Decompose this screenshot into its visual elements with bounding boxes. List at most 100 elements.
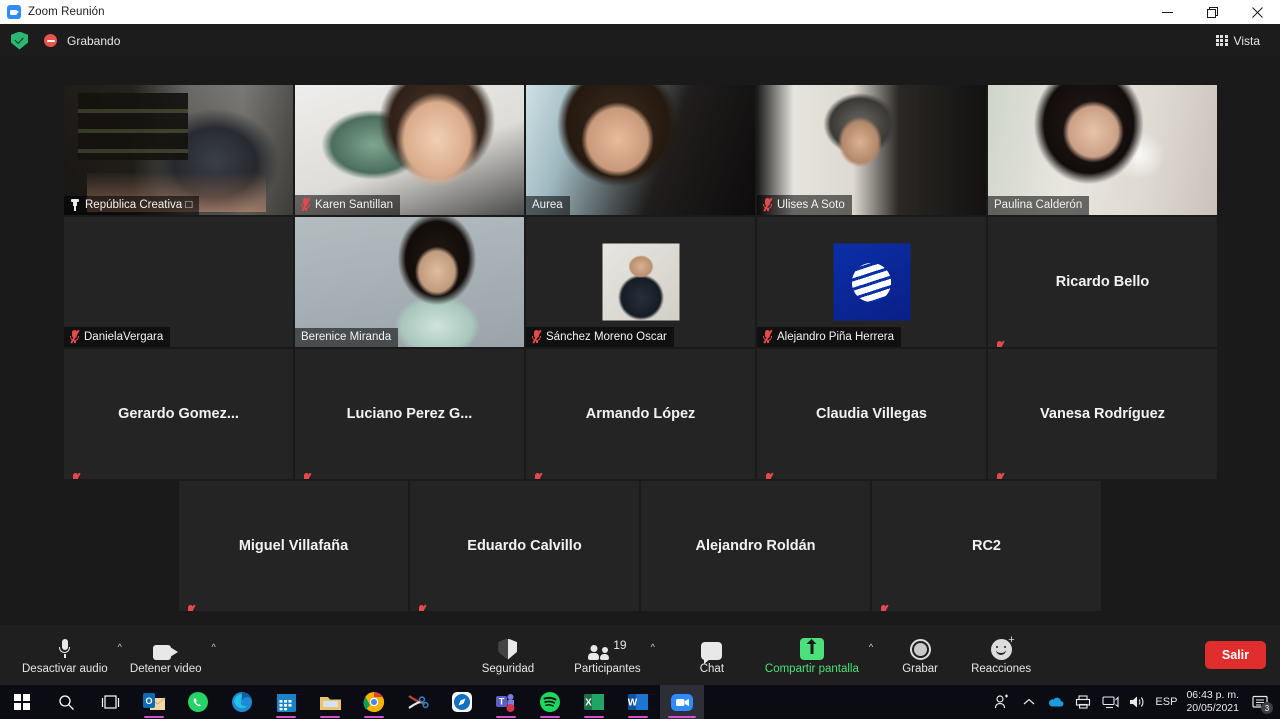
pin-icon bbox=[70, 199, 80, 211]
calendar-icon bbox=[276, 692, 297, 713]
participant-row: Gerardo Gomez... Luciano Perez G... Armand… bbox=[64, 349, 1217, 479]
participant-tile[interactable]: Ricardo Bello bbox=[988, 217, 1217, 347]
excel-icon: X bbox=[583, 692, 605, 712]
chat-bubble-icon bbox=[701, 636, 723, 664]
recording-dot-icon[interactable] bbox=[44, 34, 57, 47]
svg-text:W: W bbox=[628, 698, 638, 709]
microphone-icon bbox=[59, 636, 71, 660]
notifications-icon[interactable]: 3 bbox=[1248, 685, 1273, 719]
onedrive-icon[interactable] bbox=[1047, 685, 1065, 719]
view-button[interactable]: Vista bbox=[1208, 30, 1268, 52]
participant-tile[interactable]: Miguel Villafaña bbox=[179, 481, 408, 611]
participant-tile[interactable]: Gerardo Gomez... bbox=[64, 349, 293, 479]
participant-tile[interactable]: Alejandro Piña Herrera bbox=[757, 217, 986, 347]
chat-button[interactable]: Chat bbox=[689, 627, 735, 683]
show-hidden-icons-icon[interactable] bbox=[1020, 685, 1038, 719]
participants-chevron-icon[interactable]: ^ bbox=[647, 643, 659, 652]
chrome-button[interactable] bbox=[352, 685, 396, 719]
audio-options-chevron-icon[interactable]: ^ bbox=[114, 643, 126, 652]
calendar-button[interactable] bbox=[264, 685, 308, 719]
windows-taskbar: OTXW ESP 06:43 p. m. 20/05/2021 3 bbox=[0, 685, 1280, 719]
zoom-icon bbox=[7, 5, 21, 19]
participant-name-label: Sánchez Moreno Oscar bbox=[526, 327, 674, 347]
participant-name: Alejandro Roldán bbox=[695, 538, 816, 554]
participant-tile[interactable]: Luciano Perez G... bbox=[295, 349, 524, 479]
task-view-button[interactable] bbox=[88, 685, 132, 719]
participant-tile[interactable]: RC2 bbox=[872, 481, 1101, 611]
outlook-button[interactable]: O bbox=[132, 685, 176, 719]
participant-tile[interactable]: Paulina Calderón bbox=[988, 85, 1217, 215]
participant-tile[interactable]: República Creativa □ bbox=[64, 85, 293, 215]
participants-count: 19 bbox=[613, 637, 627, 652]
participant-name: Aurea bbox=[532, 199, 563, 211]
participant-name-label: Karen Santillan bbox=[295, 195, 400, 215]
edge-button[interactable] bbox=[220, 685, 264, 719]
participant-tile[interactable]: Karen Santillan bbox=[295, 85, 524, 215]
title-bar-left: Zoom Reunión bbox=[0, 5, 105, 19]
participant-tile[interactable]: Ulises A Soto bbox=[757, 85, 986, 215]
participant-name-label: Paulina Calderón bbox=[988, 196, 1090, 215]
zoom-button[interactable] bbox=[660, 685, 704, 719]
file-explorer-button[interactable] bbox=[308, 685, 352, 719]
leave-meeting-button[interactable]: Salir bbox=[1204, 641, 1266, 669]
security-button[interactable]: Seguridad bbox=[478, 627, 538, 683]
participant-name: Armando López bbox=[585, 406, 696, 422]
window-title-bar: Zoom Reunión bbox=[0, 0, 1280, 24]
participant-name: Vanesa Rodríguez bbox=[1040, 406, 1165, 422]
snipping-tool-button[interactable] bbox=[396, 685, 440, 719]
smiley-icon: + bbox=[990, 634, 1015, 660]
participant-tile[interactable]: Eduardo Calvillo bbox=[410, 481, 639, 611]
participants-button[interactable]: 19 Participantes bbox=[570, 627, 644, 683]
svg-text:O: O bbox=[145, 696, 152, 706]
stop-video-button[interactable]: Detener video bbox=[126, 627, 206, 683]
clock[interactable]: 06:43 p. m. 20/05/2021 bbox=[1186, 689, 1239, 715]
participant-name: Miguel Villafaña bbox=[238, 538, 349, 554]
close-button[interactable] bbox=[1235, 0, 1280, 24]
search-icon bbox=[58, 694, 75, 711]
network-icon[interactable] bbox=[1101, 685, 1119, 719]
language-indicator[interactable]: ESP bbox=[1155, 696, 1177, 708]
whatsapp-button[interactable] bbox=[176, 685, 220, 719]
share-control-group: Compartir pantalla ^ bbox=[761, 627, 877, 683]
printer-icon[interactable] bbox=[1074, 685, 1092, 719]
reactions-button[interactable]: + Reacciones bbox=[967, 627, 1035, 683]
shield-check-icon[interactable] bbox=[11, 31, 28, 50]
camera-icon bbox=[152, 636, 179, 660]
audio-control-group: Desactivar audio ^ bbox=[18, 627, 126, 683]
share-screen-button[interactable]: Compartir pantalla bbox=[761, 627, 863, 683]
participant-name: Sánchez Moreno Oscar bbox=[546, 330, 667, 343]
maximize-button[interactable] bbox=[1190, 0, 1235, 24]
start-button[interactable] bbox=[0, 685, 44, 719]
spotify-button[interactable] bbox=[528, 685, 572, 719]
system-tray: ESP 06:43 p. m. 20/05/2021 3 bbox=[993, 685, 1280, 719]
meet-now-icon[interactable] bbox=[993, 685, 1011, 719]
participant-tile[interactable]: Berenice Miranda bbox=[295, 217, 524, 347]
excel-button[interactable]: X bbox=[572, 685, 616, 719]
participant-name: Gerardo Gomez... bbox=[118, 406, 239, 422]
participant-row: Miguel Villafaña Eduardo Calvillo Alejandr… bbox=[64, 481, 1216, 611]
browser-button[interactable] bbox=[440, 685, 484, 719]
minimize-button[interactable] bbox=[1145, 0, 1190, 24]
teams-icon: T bbox=[495, 692, 517, 713]
volume-icon[interactable] bbox=[1128, 685, 1146, 719]
record-button[interactable]: Grabar bbox=[897, 627, 943, 683]
share-options-chevron-icon[interactable]: ^ bbox=[865, 643, 877, 652]
participant-tile[interactable]: Claudia Villegas bbox=[757, 349, 986, 479]
word-button[interactable]: W bbox=[616, 685, 660, 719]
participant-tile[interactable]: Alejandro Roldán bbox=[641, 481, 870, 611]
mute-audio-button[interactable]: Desactivar audio bbox=[18, 627, 112, 683]
participant-name: Berenice Miranda bbox=[301, 331, 392, 343]
participant-tile[interactable]: DanielaVergara bbox=[64, 217, 293, 347]
participant-tile[interactable]: Armando López bbox=[526, 349, 755, 479]
video-options-chevron-icon[interactable]: ^ bbox=[208, 643, 220, 652]
participant-tile[interactable]: Aurea bbox=[526, 85, 755, 215]
participant-tile[interactable]: Sánchez Moreno Oscar bbox=[526, 217, 755, 347]
participant-tile[interactable]: Vanesa Rodríguez bbox=[988, 349, 1217, 479]
participant-name: Luciano Perez G... bbox=[346, 406, 473, 422]
mic-muted-icon bbox=[300, 197, 310, 212]
notification-count-badge: 3 bbox=[1261, 702, 1273, 714]
participant-name: Ricardo Bello bbox=[1055, 274, 1150, 290]
participant-row: DanielaVergara Berenice Miranda Sánchez Mo… bbox=[64, 217, 1217, 347]
search-button[interactable] bbox=[44, 685, 88, 719]
teams-button[interactable]: T bbox=[484, 685, 528, 719]
